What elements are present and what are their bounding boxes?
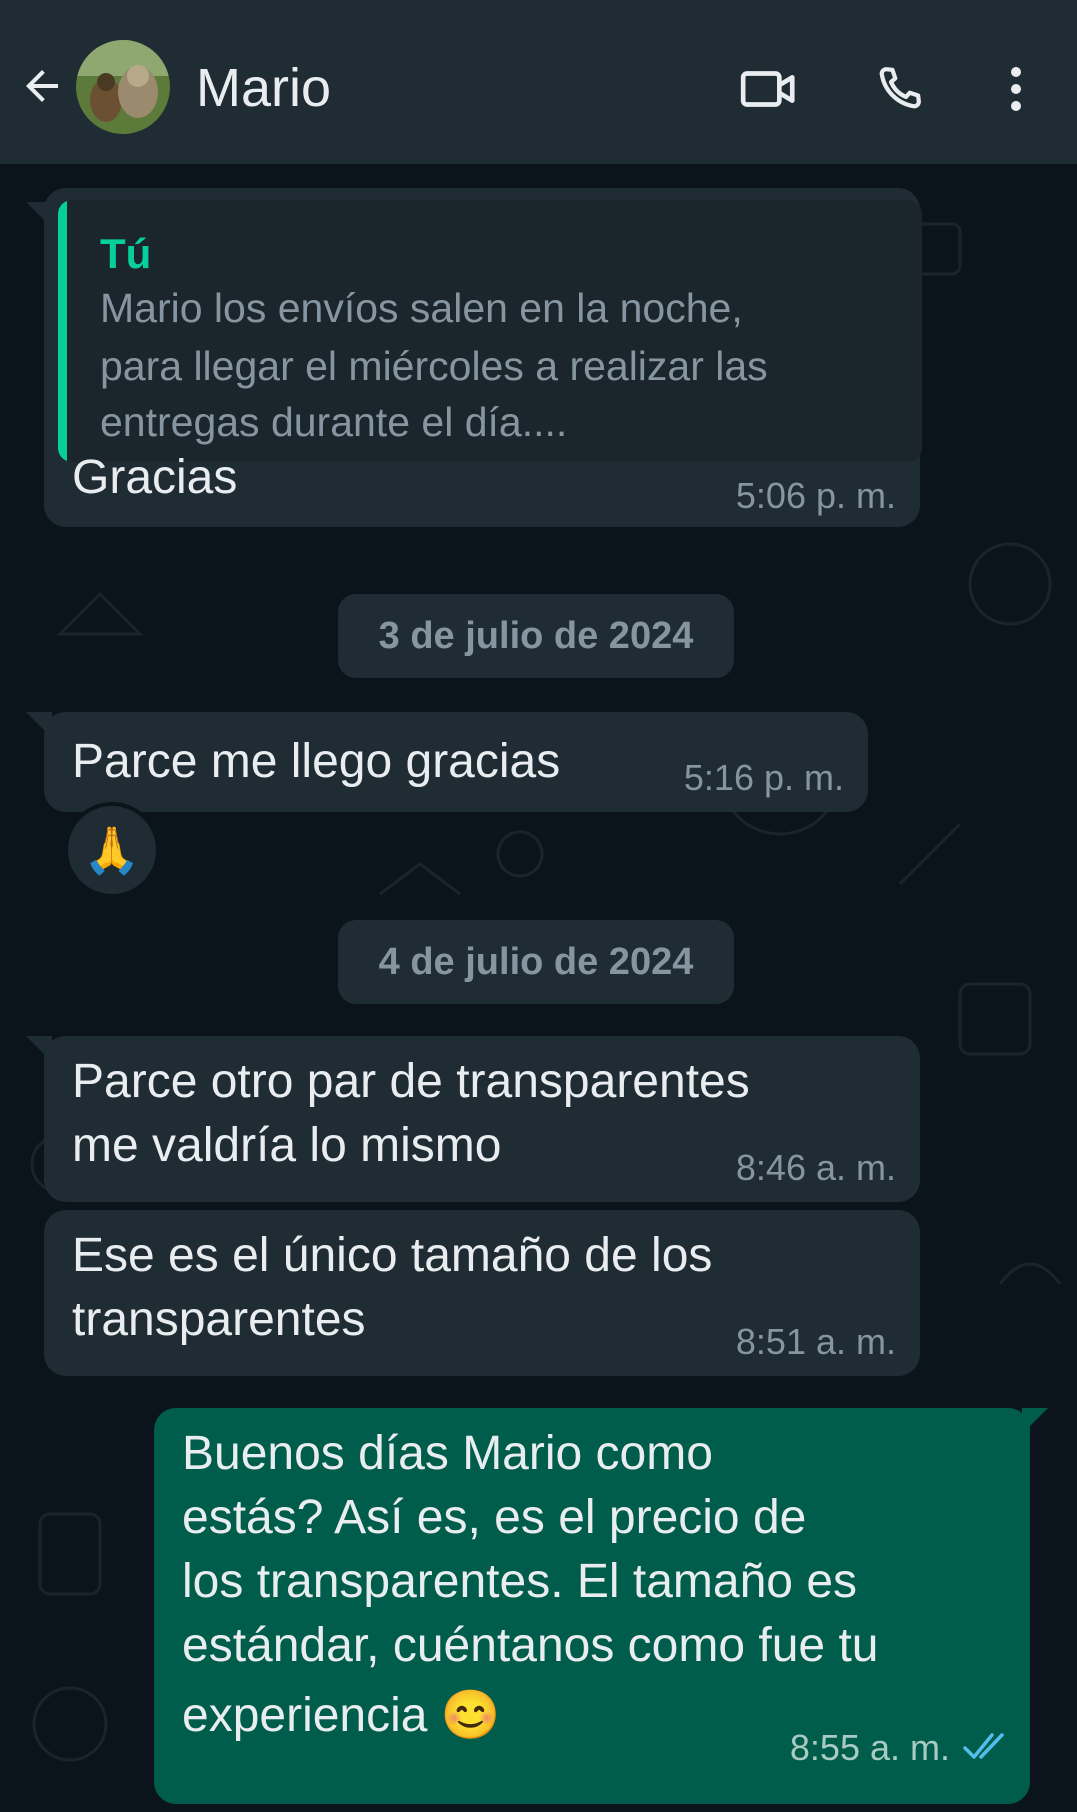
message-text-line: Ese es el único tamaño de los <box>72 1229 713 1282</box>
quote-text-line: para llegar el miércoles a realizar las <box>100 343 768 389</box>
more-options-icon[interactable] <box>996 56 1036 122</box>
contact-avatar[interactable] <box>76 40 170 134</box>
message-text-line: estándar, cuéntanos como fue tu <box>182 1619 879 1672</box>
message-reaction[interactable]: 🙏 <box>64 802 160 898</box>
message-time: 8:55 a. m. <box>789 1727 950 1768</box>
message-incoming[interactable]: Tú Mario los envíos salen en la noche, p… <box>44 188 922 527</box>
message-text-line: Buenos días Mario como <box>182 1427 713 1480</box>
message-text-line: experiencia 😊 <box>182 1689 501 1742</box>
message-incoming[interactable]: Ese es el único tamaño de los transparen… <box>44 1210 920 1376</box>
quote-author: Tú <box>100 230 152 277</box>
date-separator: 4 de julio de 2024 <box>338 920 734 1004</box>
message-time: 8:46 a. m. <box>735 1147 896 1188</box>
back-arrow-icon[interactable] <box>14 58 70 114</box>
voice-call-icon[interactable] <box>866 56 932 122</box>
quote-text-line: Mario los envíos salen en la noche, <box>100 285 743 331</box>
contact-name[interactable]: Mario <box>196 56 331 120</box>
quote-text-line: entregas durante el día.... <box>100 399 568 445</box>
quoted-message[interactable]: Tú Mario los envíos salen en la noche, p… <box>58 200 922 462</box>
message-outgoing[interactable]: Buenos días Mario como estás? Así es, es… <box>154 1408 1030 1804</box>
message-text-line: estás? Así es, es el precio de <box>182 1491 807 1544</box>
message-time: 8:51 a. m. <box>735 1321 896 1362</box>
chat-header: Mario <box>0 0 1077 164</box>
message-text-line: Parce otro par de transparentes <box>72 1055 750 1108</box>
read-double-check-icon <box>962 1726 1008 1766</box>
message-incoming[interactable]: Parce otro par de transparentes me valdr… <box>44 1036 920 1202</box>
message-time: 5:06 p. m. <box>735 475 896 516</box>
message-text-line: me valdría lo mismo <box>72 1119 502 1172</box>
chat-area[interactable]: Tú Mario los envíos salen en la noche, p… <box>0 164 1077 1812</box>
quote-accent-bar <box>58 200 67 462</box>
message-text-line: transparentes <box>72 1293 366 1346</box>
video-call-icon[interactable] <box>734 54 804 124</box>
message-text: Gracias <box>72 451 238 504</box>
message-text: Parce me llego gracias <box>72 735 561 788</box>
message-time: 5:16 p. m. <box>683 757 844 798</box>
message-text-line: los transparentes. El tamaño es <box>182 1555 858 1608</box>
message-incoming[interactable]: Parce me llego gracias 5:16 p. m. <box>44 712 868 812</box>
date-separator: 3 de julio de 2024 <box>338 594 734 678</box>
